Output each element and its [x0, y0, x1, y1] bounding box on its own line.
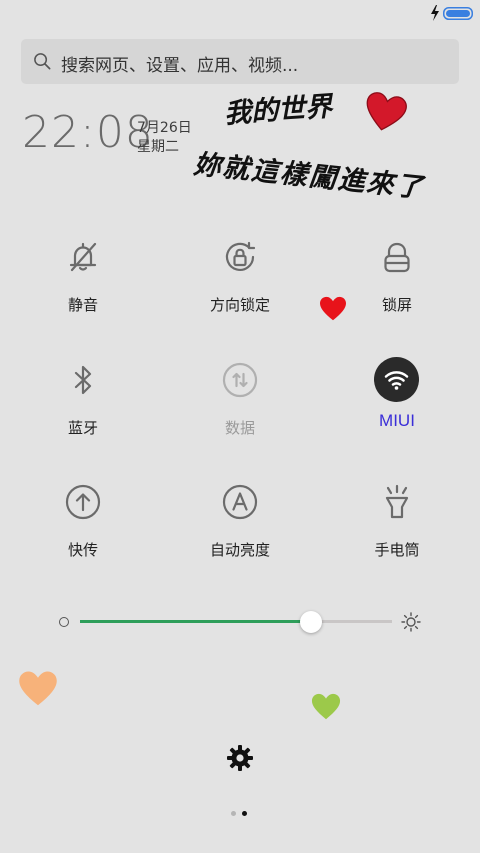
lock-icon [384, 242, 410, 273]
bell-off-icon [69, 242, 97, 272]
quick-transfer-icon [65, 484, 101, 520]
wifi-icon [374, 357, 419, 402]
tile-label: 静音 [67, 296, 98, 314]
tile-label: 方向锁定 [209, 296, 270, 314]
heart-icon [320, 296, 346, 321]
brightness-fill [80, 620, 311, 623]
page-dot[interactable] [231, 811, 236, 816]
settings-gear-icon[interactable] [226, 744, 254, 772]
brightness-high-icon [401, 612, 421, 632]
charging-icon [431, 5, 439, 21]
mobile-data-icon [222, 362, 258, 398]
wallpaper-text-line1: 我的世界 [223, 91, 334, 130]
tile-label: 数据 [224, 419, 255, 437]
tile-auto-brightness[interactable]: 自动亮度 [165, 484, 315, 584]
tile-quick-transfer[interactable]: 快传 [8, 484, 158, 584]
clock-time: 22:08 [22, 107, 154, 158]
brightness-thumb[interactable] [299, 611, 322, 633]
heart-icon [19, 671, 57, 706]
rotation-lock-icon [225, 241, 256, 271]
search-bar[interactable]: 搜索网页、设置、应用、视频... [21, 39, 459, 84]
tile-label: 手电筒 [374, 541, 420, 559]
tile-label: MIUI [379, 411, 415, 430]
heart-icon [366, 92, 407, 131]
tile-lock-screen[interactable]: 锁屏 [322, 239, 472, 339]
status-bar [0, 0, 480, 28]
tile-mobile-data[interactable]: 数据 [165, 362, 315, 462]
tile-wifi[interactable]: MIUI [322, 357, 472, 457]
flashlight-icon [385, 484, 409, 519]
heart-icon [311, 693, 341, 720]
clock-weekday: 星期二 [137, 139, 179, 155]
bluetooth-icon [74, 365, 92, 395]
brightness-track[interactable] [80, 620, 392, 623]
brightness-low-icon [59, 617, 69, 627]
search-input[interactable]: 搜索网页、设置、应用、视频... [61, 51, 298, 76]
brightness-slider[interactable] [55, 605, 430, 639]
page-dot-current[interactable] [242, 811, 247, 816]
search-icon [34, 53, 51, 70]
tile-mute[interactable]: 静音 [8, 239, 158, 339]
tile-bluetooth[interactable]: 蓝牙 [8, 362, 158, 462]
clock-date: 7月26日 [137, 120, 192, 136]
auto-brightness-icon [222, 484, 258, 520]
tile-label: 快传 [67, 541, 98, 559]
tile-flashlight[interactable]: 手电筒 [322, 484, 472, 584]
tile-label: 自动亮度 [209, 541, 270, 559]
battery-icon [443, 7, 473, 20]
tile-label: 蓝牙 [67, 419, 98, 437]
page-indicator [231, 811, 251, 819]
tile-rotation-lock[interactable]: 方向锁定 [165, 239, 315, 339]
wallpaper-text-line2: 妳就這樣闖進來了 [192, 148, 426, 205]
